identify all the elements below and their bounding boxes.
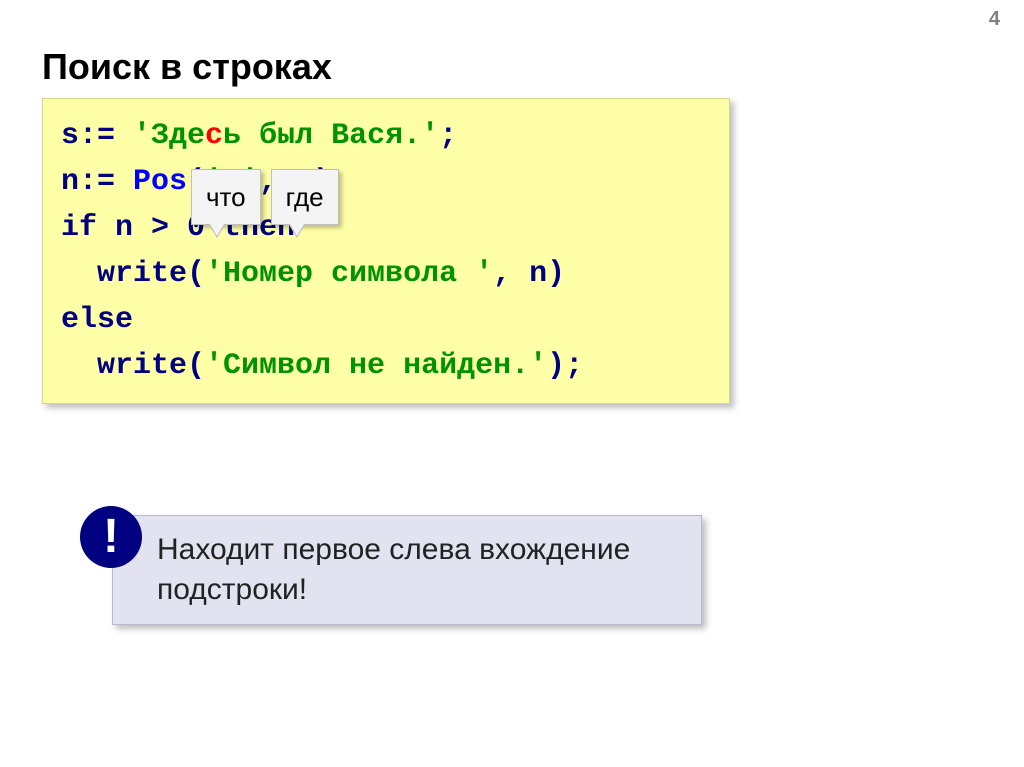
code-string: 'Здe xyxy=(133,119,205,153)
code-text: write( xyxy=(61,349,205,383)
code-line-5: write('Номер символа ', n) xyxy=(61,251,711,297)
note-line-2: подстроки! xyxy=(157,573,307,606)
code-text: , n) xyxy=(493,257,565,291)
code-function: Pos xyxy=(133,165,187,199)
code-text: ; xyxy=(439,119,457,153)
code-string: ь был Вася.' xyxy=(223,119,439,153)
callouts-row: что где xyxy=(191,169,339,225)
code-line-4: if n > 0 then xyxy=(61,205,711,251)
code-string: 'Символ не найден.' xyxy=(205,349,547,383)
code-text: ); xyxy=(547,349,583,383)
callout-where: где xyxy=(271,169,339,225)
code-line-6: else xyxy=(61,297,711,343)
note-line-1: Находит первое слева вхождение xyxy=(157,533,630,566)
code-string: 'Номер символа ' xyxy=(205,257,493,291)
code-line-3: n:= Pos('с', s) xyxy=(61,159,711,205)
code-text: write( xyxy=(61,257,205,291)
code-text: n:= xyxy=(61,165,133,199)
page-title: Поиск в строках xyxy=(42,46,332,88)
code-line-7: write('Символ не найден.'); xyxy=(61,343,711,389)
code-text: s:= xyxy=(61,119,133,153)
note-box: Находит первое слева вхождение подстроки… xyxy=(112,515,702,625)
code-line-1: s:= 'Здeсь был Вася.'; xyxy=(61,113,711,159)
code-block: s:= 'Здeсь был Вася.'; n:= Pos('с', s) i… xyxy=(42,98,730,404)
page-number: 4 xyxy=(989,8,1000,31)
exclamation-icon: ! xyxy=(80,506,142,568)
callout-what: что xyxy=(191,169,261,225)
code-highlight-char: с xyxy=(205,119,223,153)
